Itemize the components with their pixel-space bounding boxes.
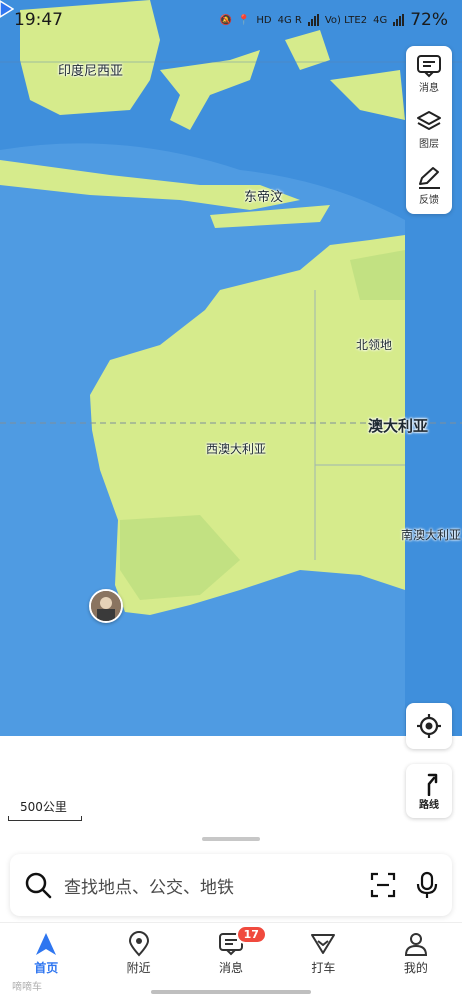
search-icon bbox=[24, 871, 52, 899]
panel-drag-handle[interactable] bbox=[202, 837, 260, 841]
user-avatar-marker[interactable] bbox=[89, 589, 123, 623]
tab-messages-label: 消息 bbox=[219, 961, 244, 975]
layers-icon bbox=[417, 111, 441, 130]
battery-level: 72% bbox=[410, 10, 448, 30]
search-input[interactable]: 查找地点、公交、地铁 bbox=[64, 873, 370, 898]
status-indicators: 🔕 📍 HD 4G R Vo) LTE2 4G 72% bbox=[219, 10, 448, 30]
bottom-tab-bar: 首页 附近 17 消息 打车 我的 bbox=[0, 922, 462, 983]
map-label-northern-territory[interactable]: 北领地 bbox=[356, 336, 392, 353]
scan-icon[interactable] bbox=[370, 872, 396, 898]
signal-icon-2 bbox=[393, 14, 405, 26]
route-button[interactable]: 路线 bbox=[406, 764, 452, 818]
map-canvas bbox=[0, 0, 462, 736]
layers-tool-label: 图层 bbox=[419, 139, 439, 150]
network-indicator-2: Vo) LTE2 bbox=[324, 14, 368, 26]
mute-icon: 🔕 bbox=[219, 14, 232, 26]
map-label-indonesia[interactable]: 印度尼西亚 bbox=[58, 60, 123, 79]
tab-home[interactable]: 首页 bbox=[0, 923, 92, 983]
locate-me-button[interactable] bbox=[406, 703, 452, 749]
route-arrow-icon bbox=[427, 773, 438, 796]
network-indicator-3: 4G bbox=[373, 14, 388, 26]
microphone-icon[interactable] bbox=[416, 871, 438, 899]
person-icon bbox=[404, 933, 427, 956]
messages-tool-label: 消息 bbox=[419, 83, 439, 94]
route-label: 路线 bbox=[419, 799, 439, 811]
messages-badge: 17 bbox=[235, 925, 267, 944]
tab-nearby-label: 附近 bbox=[126, 961, 151, 975]
network-indicator-1: 4G R bbox=[277, 14, 302, 26]
tab-messages[interactable]: 17 消息 bbox=[185, 923, 277, 983]
edit-pencil-icon bbox=[419, 167, 440, 189]
message-icon bbox=[417, 55, 441, 78]
feedback-tool-label: 反馈 bbox=[419, 195, 439, 206]
status-bar: 19:47 🔕 📍 HD 4G R Vo) LTE2 4G 72% bbox=[0, 0, 462, 40]
scale-bar bbox=[8, 816, 82, 821]
feedback-tool-button[interactable]: 反馈 bbox=[406, 158, 452, 214]
map-tool-panel: 消息 图层 反馈 bbox=[406, 46, 452, 214]
map-label-western-australia[interactable]: 西澳大利亚 bbox=[206, 440, 266, 457]
map-label-timor-leste[interactable]: 东帝汶 bbox=[244, 186, 283, 205]
map-scale: 500公里 bbox=[8, 798, 82, 821]
signal-icon bbox=[307, 14, 319, 26]
home-indicator[interactable] bbox=[151, 990, 311, 994]
location-icon: 📍 bbox=[237, 14, 251, 26]
watermark: 嘀嘀车 bbox=[12, 982, 42, 993]
tab-home-label: 首页 bbox=[34, 961, 59, 975]
tab-profile[interactable]: 我的 bbox=[370, 923, 462, 983]
layers-tool-button[interactable]: 图层 bbox=[406, 102, 452, 158]
hd-indicator: HD bbox=[256, 14, 272, 26]
map-label-australia[interactable]: 澳大利亚 bbox=[368, 415, 428, 436]
map-view[interactable]: 印度尼西亚 东帝汶 北领地 澳大利亚 西澳大利亚 南澳大利亚 bbox=[0, 0, 462, 736]
scale-text: 500公里 bbox=[20, 800, 67, 814]
tab-profile-label: 我的 bbox=[403, 961, 428, 975]
taxi-icon bbox=[311, 934, 336, 954]
map-label-south-australia[interactable]: 南澳大利亚 bbox=[401, 526, 461, 543]
crosshair-icon bbox=[417, 714, 441, 738]
tab-taxi[interactable]: 打车 bbox=[277, 923, 369, 983]
tab-nearby[interactable]: 附近 bbox=[92, 923, 184, 983]
status-time: 19:47 bbox=[14, 10, 63, 30]
search-bar[interactable]: 查找地点、公交、地铁 bbox=[10, 854, 452, 916]
tab-taxi-label: 打车 bbox=[311, 961, 336, 975]
messages-tool-button[interactable]: 消息 bbox=[406, 46, 452, 102]
navigation-arrow-icon bbox=[36, 933, 57, 955]
location-pin-icon bbox=[128, 931, 149, 957]
